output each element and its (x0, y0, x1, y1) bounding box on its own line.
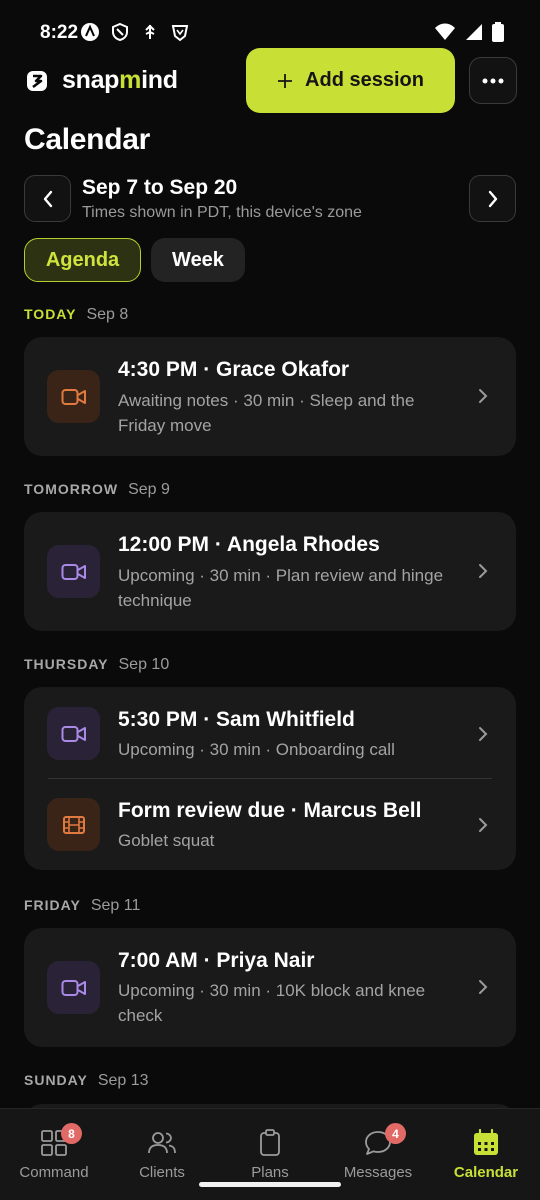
day-card-thursday: 5:30 PM · Sam Whitfield Upcoming · 30 mi… (24, 687, 516, 870)
day-header-friday: FRIDAY Sep 11 (24, 897, 141, 914)
day-card-tomorrow: 12:00 PM · Angela Rhodes Upcoming · 30 m… (24, 512, 516, 631)
command-badge: 8 (61, 1123, 82, 1144)
wifi-icon (435, 23, 455, 40)
nav-calendar[interactable]: Calendar (432, 1109, 540, 1200)
session-details: Upcoming · 30 min · 10K block and knee c… (118, 981, 426, 1025)
brand-logo: snapmind (24, 66, 178, 95)
video-icon (61, 388, 86, 405)
chevron-left-icon (43, 190, 52, 207)
day-card-friday: 7:00 AM · Priya Nair Upcoming · 30 min ·… (24, 928, 516, 1047)
form-review-row[interactable]: Form review due · Marcus Bell Goblet squ… (24, 779, 516, 870)
autofill-icon (81, 23, 99, 41)
brand-name: snapmind (62, 66, 178, 94)
nav-label: Clients (139, 1164, 185, 1181)
plus-icon (278, 73, 293, 88)
chevron-right-icon (479, 564, 488, 578)
status-time: 8:22 (40, 22, 79, 43)
day-header-sunday: SUNDAY Sep 13 (24, 1072, 149, 1089)
chevron-right-icon (479, 389, 488, 403)
day-header-tomorrow: TOMORROW Sep 9 (24, 481, 170, 498)
session-row[interactable]: 4:30 PM · Grace Okafor Awaiting notes · … (24, 337, 516, 456)
previous-range-button[interactable] (24, 175, 71, 222)
next-range-button[interactable] (469, 175, 516, 222)
nav-label: Plans (251, 1164, 289, 1181)
chevron-right-icon (479, 727, 488, 741)
chevron-right-icon (479, 980, 488, 994)
more-dots-icon (482, 78, 504, 83)
users-icon (148, 1132, 176, 1154)
review-details: Goblet squat (118, 831, 215, 850)
snapmind-logo-icon (27, 70, 47, 91)
session-type-badge (47, 707, 100, 760)
film-icon (62, 815, 85, 834)
session-row[interactable]: 7:00 AM · Priya Nair Upcoming · 30 min ·… (24, 928, 516, 1047)
nav-label: Messages (343, 1164, 413, 1181)
session-type-badge (47, 370, 100, 423)
video-icon (61, 563, 86, 580)
messages-badge: 4 (385, 1123, 406, 1144)
session-title: 7:00 AM · Priya Nair (118, 949, 315, 972)
day-header-today: TODAY Sep 8 (24, 306, 129, 323)
page-title: Calendar (24, 123, 150, 156)
signal-icon (466, 24, 482, 40)
calendar-icon (474, 1128, 498, 1155)
tab-agenda[interactable]: Agenda (24, 238, 141, 282)
more-options-button[interactable] (469, 57, 517, 104)
review-type-badge (47, 798, 100, 851)
nav-command[interactable]: 8 Command (0, 1109, 108, 1200)
session-title: 12:00 PM · Angela Rhodes (118, 533, 380, 556)
session-details: Upcoming · 30 min · Onboarding call (118, 740, 395, 759)
add-session-label: Add session (305, 69, 424, 91)
add-session-button[interactable]: Add session (246, 48, 455, 113)
session-type-badge (47, 545, 100, 598)
clipboard-icon (260, 1129, 280, 1156)
timezone-note: Times shown in PDT, this device's zone (82, 204, 362, 221)
session-type-badge (47, 961, 100, 1014)
day-header-thursday: THURSDAY Sep 10 (24, 656, 170, 673)
tab-week[interactable]: Week (151, 238, 245, 282)
nav-label: Command (19, 1164, 89, 1181)
nav-label: Calendar (453, 1164, 519, 1181)
session-title: 5:30 PM · Sam Whitfield (118, 708, 355, 731)
session-row[interactable]: 12:00 PM · Angela Rhodes Upcoming · 30 m… (24, 512, 516, 631)
chevron-right-icon (479, 818, 488, 832)
session-title: 4:30 PM · Grace Okafor (118, 358, 350, 381)
battery-icon (492, 22, 504, 42)
home-indicator[interactable] (199, 1182, 341, 1187)
session-details: Awaiting notes · 30 min · Sleep and the … (118, 391, 415, 435)
brave-icon (171, 25, 189, 42)
review-title: Form review due · Marcus Bell (118, 799, 422, 822)
session-row[interactable]: 5:30 PM · Sam Whitfield Upcoming · 30 mi… (24, 687, 516, 778)
usb-icon (145, 24, 155, 39)
chevron-right-icon (488, 190, 497, 207)
shield-icon (112, 22, 128, 42)
video-icon (61, 979, 86, 996)
video-icon (61, 725, 86, 742)
day-card-today: 4:30 PM · Grace Okafor Awaiting notes · … (24, 337, 516, 456)
session-details: Upcoming · 30 min · Plan review and hing… (118, 566, 444, 610)
date-range-title: Sep 7 to Sep 20 (82, 176, 238, 199)
